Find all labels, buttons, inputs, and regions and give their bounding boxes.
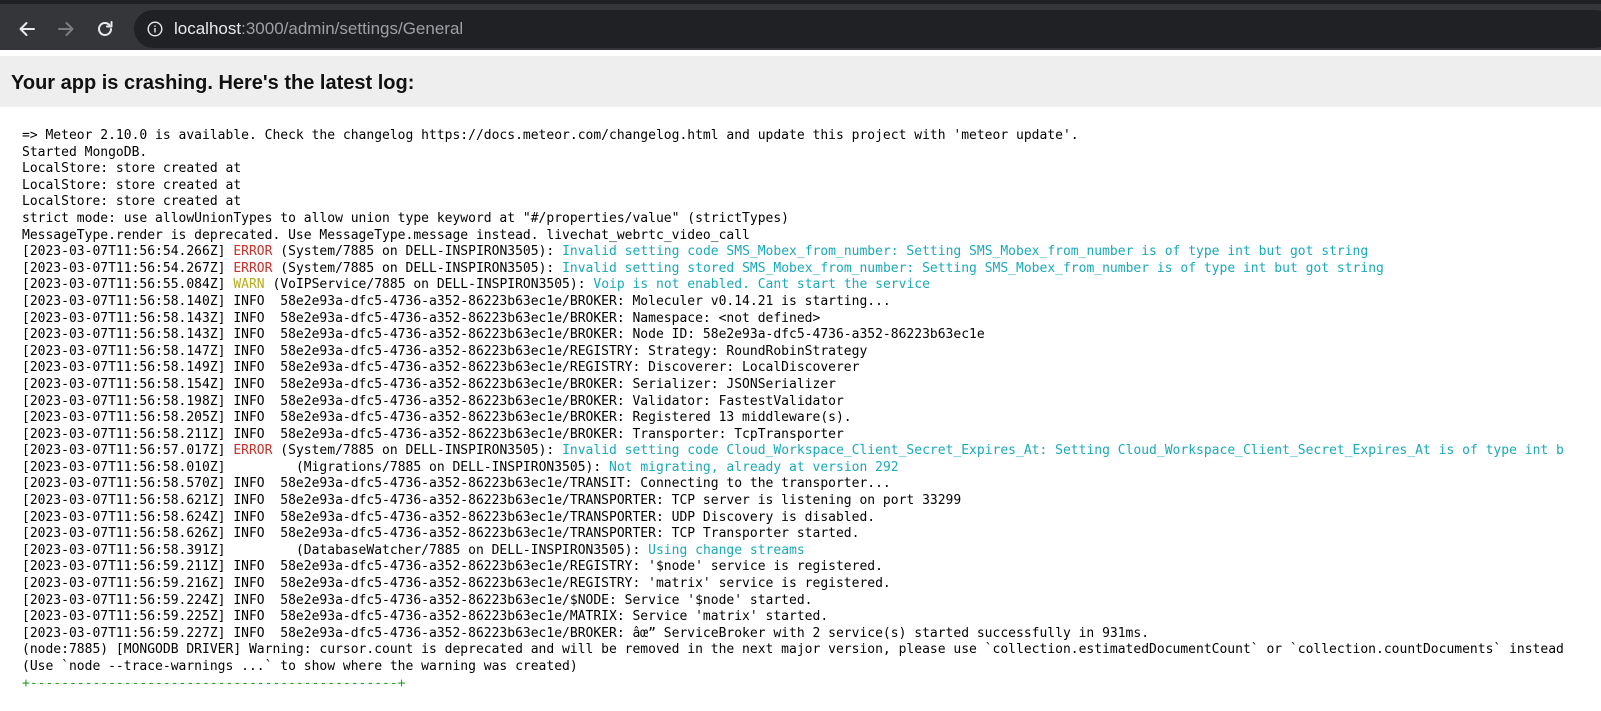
log-message: Voip is not enabled. Cant start the serv… xyxy=(593,277,930,293)
log-message: Invalid setting code SMS_Mobex_from_numb… xyxy=(562,244,1369,260)
log-line: [2023-03-07T11:56:58.391Z] (DatabaseWatc… xyxy=(22,543,1601,560)
log-line: [2023-03-07T11:56:58.143Z] INFO 58e2e93a… xyxy=(22,327,985,343)
log-line: [2023-03-07T11:56:59.216Z] INFO 58e2e93a… xyxy=(22,576,891,592)
log-line: [2023-03-07T11:56:54.266Z] ERROR (System… xyxy=(22,244,1601,261)
log-line: [2023-03-07T11:56:58.626Z] INFO 58e2e93a… xyxy=(22,526,860,542)
log-line: [2023-03-07T11:56:58.147Z] INFO 58e2e93a… xyxy=(22,343,868,359)
log-line: [2023-03-07T11:56:59.225Z] INFO 58e2e93a… xyxy=(22,609,829,625)
log-source: (VoIPService/7885 on DELL-INSPIRON3505): xyxy=(264,277,594,293)
log-line: => Meteor 2.10.0 is available. Check the… xyxy=(22,128,1079,143)
log-source: (System/7885 on DELL-INSPIRON3505): xyxy=(272,244,563,260)
url-path: :3000/admin/settings/General xyxy=(241,19,464,38)
crash-header: Your app is crashing. Here's the latest … xyxy=(0,56,1601,107)
log-timestamp: [2023-03-07T11:56:58.391Z] xyxy=(22,542,234,558)
log-source: (System/7885 on DELL-INSPIRON3505): xyxy=(272,260,563,276)
log-timestamp: [2023-03-07T11:56:58.010Z] xyxy=(22,459,234,475)
log-line: [2023-03-07T11:56:58.198Z] INFO 58e2e93a… xyxy=(22,393,844,409)
log-message: Using change streams xyxy=(648,542,805,558)
back-arrow-icon[interactable] xyxy=(13,15,41,43)
log-line: LocalStore: store created at xyxy=(22,161,242,177)
log-line: [2023-03-07T11:56:58.624Z] INFO 58e2e93a… xyxy=(22,509,876,525)
log-line: [2023-03-07T11:56:59.227Z] INFO 58e2e93a… xyxy=(22,625,1150,641)
log-line: [2023-03-07T11:56:59.224Z] INFO 58e2e93a… xyxy=(22,592,813,608)
log-message: Invalid setting code Cloud_Workspace_Cli… xyxy=(562,443,1564,459)
log-timestamp: [2023-03-07T11:56:55.084Z] xyxy=(22,277,234,293)
log-message: Not migrating, already at version 292 xyxy=(609,459,899,475)
log-line: (node:7885) [MONGODB DRIVER] Warning: cu… xyxy=(22,642,1564,658)
log-line: +---------------------------------------… xyxy=(22,675,406,691)
url-text[interactable]: localhost:3000/admin/settings/General xyxy=(174,19,463,39)
info-icon[interactable] xyxy=(147,21,163,37)
log-line: [2023-03-07T11:56:57.017Z] ERROR (System… xyxy=(22,443,1601,460)
log-line: Started MongoDB. xyxy=(22,144,148,160)
log-line: [2023-03-07T11:56:54.267Z] ERROR (System… xyxy=(22,261,1601,278)
log-level: ERROR xyxy=(233,443,273,459)
log-line: [2023-03-07T11:56:58.205Z] INFO 58e2e93a… xyxy=(22,410,852,426)
url-host: localhost xyxy=(174,19,242,38)
log-level: ERROR xyxy=(233,260,273,276)
reload-icon[interactable] xyxy=(91,15,119,43)
log-line: LocalStore: store created at xyxy=(22,194,242,210)
log-line: (Use `node --trace-warnings ...` to show… xyxy=(22,659,578,674)
log-timestamp: [2023-03-07T11:56:54.266Z] xyxy=(22,244,234,260)
page-title: Your app is crashing. Here's the latest … xyxy=(11,72,415,94)
log-source: (System/7885 on DELL-INSPIRON3505): xyxy=(272,443,563,459)
log-line: [2023-03-07T11:56:58.140Z] INFO 58e2e93a… xyxy=(22,293,891,309)
log-level: WARN xyxy=(233,277,265,293)
address-bar[interactable]: localhost:3000/admin/settings/General xyxy=(134,10,1601,48)
log-line: [2023-03-07T11:56:55.084Z] WARN (VoIPSer… xyxy=(22,277,1601,294)
log-line: [2023-03-07T11:56:58.211Z] INFO 58e2e93a… xyxy=(22,426,844,442)
log-line: [2023-03-07T11:56:58.154Z] INFO 58e2e93a… xyxy=(22,376,836,392)
browser-toolbar: localhost:3000/admin/settings/General xyxy=(0,0,1601,50)
log-line: [2023-03-07T11:56:58.570Z] INFO 58e2e93a… xyxy=(22,476,891,492)
log-line: LocalStore: store created at xyxy=(22,177,242,193)
log-message: Invalid setting stored SMS_Mobex_from_nu… xyxy=(562,260,1384,276)
log-source: (Migrations/7885 on DELL-INSPIRON3505): xyxy=(233,459,610,475)
log-line: MessageType.render is deprecated. Use Me… xyxy=(22,227,750,243)
log-source: (DatabaseWatcher/7885 on DELL-INSPIRON35… xyxy=(233,542,649,558)
log-timestamp: [2023-03-07T11:56:54.267Z] xyxy=(22,260,234,276)
log-line: [2023-03-07T11:56:58.149Z] INFO 58e2e93a… xyxy=(22,360,860,376)
log-line: strict mode: use allowUnionTypes to allo… xyxy=(22,210,790,226)
log-line: [2023-03-07T11:56:59.211Z] INFO 58e2e93a… xyxy=(22,559,883,575)
log-timestamp: [2023-03-07T11:56:57.017Z] xyxy=(22,443,234,459)
log-line: [2023-03-07T11:56:58.621Z] INFO 58e2e93a… xyxy=(22,493,962,509)
forward-arrow-icon[interactable] xyxy=(52,15,80,43)
crash-log: => Meteor 2.10.0 is available. Check the… xyxy=(22,128,1601,692)
log-line: [2023-03-07T11:56:58.143Z] INFO 58e2e93a… xyxy=(22,310,821,326)
log-level: ERROR xyxy=(233,244,273,260)
log-line: [2023-03-07T11:56:58.010Z] (Migrations/7… xyxy=(22,460,1601,477)
